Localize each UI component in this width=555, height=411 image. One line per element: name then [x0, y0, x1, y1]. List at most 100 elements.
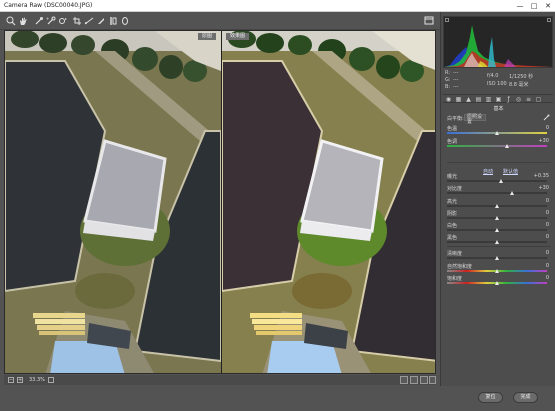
panel-tabs: ◉ ▦ ▲ ▤ ▥ ▣ ƒ ◎ ≡ ▢: [443, 94, 553, 103]
white-balance-select[interactable]: 原照设置: [464, 114, 486, 125]
detail-tab-icon[interactable]: ▲: [465, 96, 472, 103]
slider-value[interactable]: 0: [546, 275, 549, 281]
red-eye-icon[interactable]: [108, 16, 118, 26]
auto-link[interactable]: 自动: [483, 168, 493, 175]
slider-value[interactable]: 0: [546, 263, 549, 269]
reset-button[interactable]: 复位: [478, 392, 503, 403]
zoom-icon[interactable]: [6, 16, 16, 26]
slider-value[interactable]: 0: [546, 222, 549, 228]
targeted-adjust-icon[interactable]: [58, 16, 68, 26]
g-label: G:: [445, 77, 451, 83]
slider-thumb[interactable]: [495, 204, 499, 208]
snapshots-tab-icon[interactable]: ▢: [535, 96, 542, 103]
adjustments-panel: R: --- G: --- B: --- f/4.0 1/1250 秒 ISO …: [440, 12, 555, 386]
slider-value[interactable]: 0: [546, 250, 549, 256]
section-divider: [447, 162, 551, 163]
tone-curve-tab-icon[interactable]: ▦: [455, 96, 462, 103]
slider-thumb[interactable]: [495, 240, 499, 244]
preview-canvas[interactable]: 原图 效果图: [4, 30, 436, 374]
shadow-clipping-icon[interactable]: [445, 18, 449, 22]
focal-length: 8.8 毫米: [509, 82, 529, 88]
aerial-photo-after: [222, 31, 435, 373]
slider-label: 黑色: [447, 235, 458, 241]
default-link[interactable]: 默认值: [503, 168, 518, 175]
calibration-tab-icon[interactable]: ◎: [515, 96, 522, 103]
slider-label: 对比度: [447, 186, 463, 192]
white-balance-label: 白平衡:: [447, 116, 464, 122]
zoom-level[interactable]: 33.3%: [29, 377, 45, 383]
slider-thumb[interactable]: [495, 256, 499, 260]
slider-thumb[interactable]: [505, 144, 509, 148]
straighten-icon[interactable]: [84, 16, 94, 26]
section-divider: [447, 246, 551, 247]
slider-track[interactable]: [447, 192, 547, 194]
color-sampler-icon[interactable]: +: [46, 16, 56, 26]
close-button[interactable]: ✕: [541, 1, 555, 11]
slider-value[interactable]: +30: [538, 138, 549, 144]
slider-thumb[interactable]: [495, 269, 499, 273]
aperture: f/4.0: [487, 73, 499, 79]
slider-row: 自然饱和度 0: [447, 263, 551, 275]
r-label: R:: [445, 70, 451, 76]
slider-value[interactable]: 0: [546, 210, 549, 216]
slider-row: 对比度 +30: [447, 185, 551, 197]
slider-thumb[interactable]: [495, 281, 499, 285]
white-balance-row: 白平衡: 原照设置: [447, 114, 551, 125]
zoom-in-button[interactable]: +: [17, 377, 23, 383]
slider-row: 色调 +30: [447, 138, 551, 150]
toggle-settings-button[interactable]: [429, 376, 436, 384]
section-title: 基本: [493, 106, 504, 112]
hsl-tab-icon[interactable]: ▤: [475, 96, 482, 103]
window-title: Camera Raw (DSC00040.JPG): [4, 2, 93, 9]
fx-tab-icon[interactable]: ƒ: [505, 96, 512, 103]
presets-tab-icon[interactable]: ≡: [525, 96, 532, 103]
slider-label: 色调: [447, 139, 458, 145]
slider-value[interactable]: 0: [546, 198, 549, 204]
g-value: ---: [453, 77, 459, 83]
slider-track[interactable]: [447, 145, 547, 147]
slider-label: 白色: [447, 223, 458, 229]
slider-label: 自然饱和度: [447, 264, 473, 270]
before-label: 原图: [198, 33, 217, 40]
r-value: ---: [453, 70, 459, 76]
split-toning-tab-icon[interactable]: ▥: [485, 96, 492, 103]
slider-label: 高光: [447, 199, 458, 205]
eyedropper-icon[interactable]: [543, 114, 550, 121]
slider-value[interactable]: 0: [546, 234, 549, 240]
hand-icon[interactable]: [18, 16, 28, 26]
aerial-photo-before: [5, 31, 221, 373]
spot-removal-icon[interactable]: [96, 16, 106, 26]
before-preview[interactable]: 原图: [5, 31, 221, 373]
slider-label: 色温: [447, 126, 458, 132]
basic-tab-icon[interactable]: ◉: [445, 96, 452, 103]
highlight-clipping-icon[interactable]: [547, 18, 551, 22]
slider-row: 色温 0: [447, 125, 551, 137]
slider-thumb[interactable]: [495, 216, 499, 220]
maximize-button[interactable]: □: [527, 1, 541, 11]
iso: ISO 100: [487, 81, 507, 87]
slider-thumb[interactable]: [495, 228, 499, 232]
slider-thumb[interactable]: [495, 131, 499, 135]
zoom-out-button[interactable]: −: [8, 377, 14, 383]
slider-value[interactable]: 0: [546, 125, 549, 131]
slider-value[interactable]: +30: [538, 185, 549, 191]
white-balance-icon[interactable]: [34, 16, 44, 26]
tool-bar: +: [0, 12, 440, 30]
shutter-speed: 1/1250 秒: [509, 74, 534, 80]
adjustment-brush-icon[interactable]: [120, 16, 130, 26]
slider-label: 阴影: [447, 211, 458, 217]
slider-thumb[interactable]: [510, 191, 514, 195]
swap-before-after-button[interactable]: [410, 376, 418, 384]
zoom-dropdown[interactable]: [48, 377, 54, 383]
done-button[interactable]: 完成: [513, 392, 538, 403]
preferences-icon[interactable]: [424, 16, 434, 25]
view-mode-button[interactable]: [400, 376, 408, 384]
copy-settings-button[interactable]: [420, 376, 428, 384]
slider-track[interactable]: [447, 180, 547, 182]
lens-tab-icon[interactable]: ▣: [495, 96, 502, 103]
after-preview[interactable]: 效果图: [221, 31, 435, 373]
slider-thumb[interactable]: [499, 179, 503, 183]
slider-label: 饱和度: [447, 276, 463, 282]
crop-icon[interactable]: [72, 16, 82, 26]
minimize-button[interactable]: —: [513, 1, 527, 11]
